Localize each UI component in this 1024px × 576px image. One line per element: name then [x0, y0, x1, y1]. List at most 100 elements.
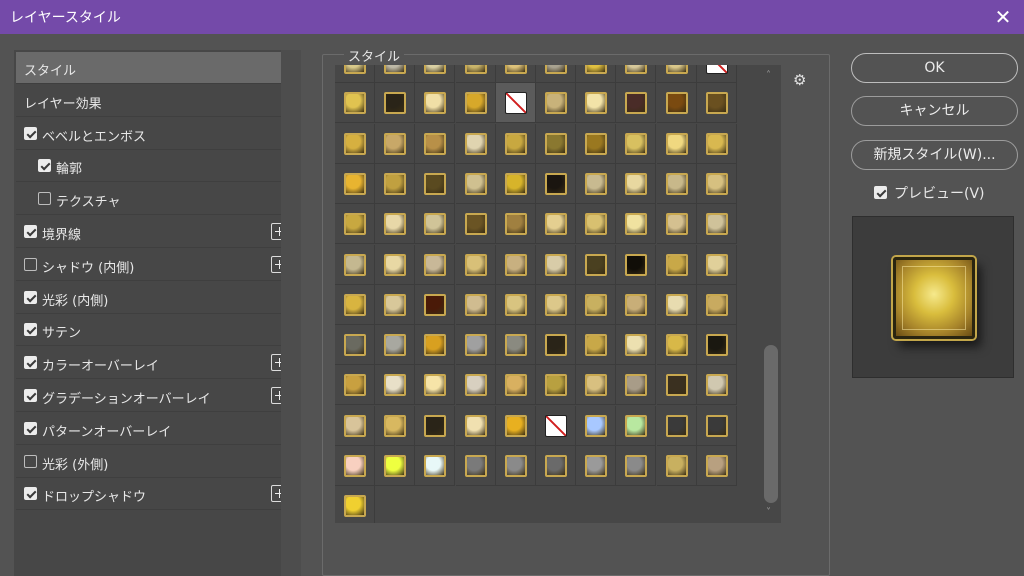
style-swatch[interactable] [495, 65, 536, 83]
style-swatch[interactable] [495, 123, 536, 164]
cancel-button[interactable]: キャンセル [851, 96, 1018, 126]
style-swatch[interactable] [696, 284, 737, 325]
style-swatch[interactable] [375, 65, 416, 83]
effect-checkbox[interactable] [24, 389, 37, 402]
style-swatch[interactable] [335, 65, 375, 83]
style-swatch[interactable] [616, 446, 657, 486]
style-swatch[interactable] [656, 244, 697, 285]
style-swatch[interactable] [616, 365, 657, 406]
style-swatch[interactable] [495, 83, 536, 124]
style-swatch[interactable] [536, 244, 576, 285]
style-swatch[interactable] [415, 365, 456, 406]
style-swatch[interactable] [455, 244, 496, 285]
style-swatch[interactable] [495, 284, 536, 325]
effect-item[interactable]: 光彩 (内側) [16, 282, 292, 314]
style-swatch[interactable] [656, 405, 697, 446]
style-swatch[interactable] [335, 405, 375, 446]
style-swatch[interactable] [375, 244, 416, 285]
effect-item[interactable]: グラデーションオーバーレイ [16, 380, 292, 412]
effect-item[interactable]: 境界線 [16, 216, 292, 248]
effect-item[interactable]: ベベルとエンボス [16, 118, 292, 150]
style-swatch[interactable] [455, 123, 496, 164]
style-swatch[interactable] [616, 123, 657, 164]
style-swatch[interactable] [335, 244, 375, 285]
style-swatch[interactable] [375, 163, 416, 204]
effect-item[interactable]: 光彩 (外側) [16, 446, 292, 478]
style-swatch[interactable] [375, 284, 416, 325]
style-swatch[interactable] [335, 365, 375, 406]
effect-checkbox[interactable] [24, 356, 37, 370]
effect-item[interactable]: ドロップシャドウ [16, 478, 292, 511]
style-swatch[interactable] [536, 284, 576, 325]
style-swatch[interactable] [495, 244, 536, 285]
style-swatch[interactable] [696, 65, 737, 83]
style-swatch[interactable] [375, 365, 416, 406]
style-swatch[interactable] [656, 83, 697, 124]
style-swatch[interactable] [576, 284, 617, 325]
style-swatch[interactable] [536, 325, 576, 366]
style-swatch[interactable] [415, 163, 456, 204]
style-swatch[interactable] [335, 204, 375, 245]
ok-button[interactable]: OK [851, 53, 1018, 83]
style-swatch[interactable] [495, 163, 536, 204]
style-swatch[interactable] [335, 163, 375, 204]
style-swatch[interactable] [536, 446, 576, 486]
effect-checkbox[interactable] [38, 192, 51, 206]
gear-icon[interactable]: ⚙ [793, 71, 806, 89]
style-swatch[interactable] [616, 204, 657, 245]
style-swatch[interactable] [335, 123, 375, 164]
style-swatch[interactable] [375, 405, 416, 446]
effect-checkbox[interactable] [24, 454, 37, 468]
style-swatch[interactable] [335, 446, 375, 486]
style-swatch[interactable] [696, 244, 737, 285]
style-swatch[interactable] [495, 325, 536, 366]
style-swatch[interactable] [656, 204, 697, 245]
style-swatch[interactable] [576, 325, 617, 366]
style-swatch[interactable] [536, 365, 576, 406]
effect-checkbox[interactable] [24, 290, 37, 304]
style-swatch[interactable] [455, 446, 496, 486]
preview-checkbox[interactable] [874, 186, 887, 199]
style-swatch[interactable] [455, 65, 496, 83]
style-swatch[interactable] [415, 83, 456, 124]
style-swatch[interactable] [536, 163, 576, 204]
style-swatch[interactable] [576, 204, 617, 245]
style-swatch[interactable] [495, 365, 536, 406]
style-swatch[interactable] [455, 325, 496, 366]
style-swatch[interactable] [576, 244, 617, 285]
style-swatch[interactable] [576, 83, 617, 124]
style-swatch[interactable] [415, 204, 456, 245]
effect-item[interactable]: カラーオーバーレイ [16, 347, 292, 380]
style-swatch[interactable] [696, 83, 737, 124]
style-swatch[interactable] [536, 204, 576, 245]
scroll-down-icon[interactable]: ˅ [766, 507, 771, 518]
style-swatch[interactable] [576, 163, 617, 204]
style-swatch[interactable] [696, 365, 737, 406]
effect-item[interactable]: テクスチャ [16, 183, 292, 216]
style-swatch[interactable] [576, 123, 617, 164]
style-swatch[interactable] [415, 244, 456, 285]
style-swatch[interactable] [415, 405, 456, 446]
scroll-up-icon[interactable]: ˄ [766, 70, 771, 81]
effect-checkbox[interactable] [24, 323, 37, 337]
style-swatch[interactable] [415, 65, 456, 83]
style-swatch[interactable] [375, 123, 416, 164]
scrollbar-thumb[interactable] [764, 345, 778, 503]
style-swatch[interactable] [696, 204, 737, 245]
effect-checkbox[interactable] [24, 126, 37, 140]
style-swatch[interactable] [375, 325, 416, 366]
style-swatch[interactable] [495, 204, 536, 245]
style-swatch[interactable] [656, 123, 697, 164]
style-swatch[interactable] [495, 446, 536, 486]
style-swatch[interactable] [656, 65, 697, 83]
style-swatch[interactable] [335, 284, 375, 325]
effect-checkbox[interactable] [24, 487, 37, 501]
style-swatch[interactable] [696, 446, 737, 486]
style-swatch[interactable] [415, 123, 456, 164]
style-swatch[interactable] [576, 365, 617, 406]
style-swatch[interactable] [696, 123, 737, 164]
style-swatch[interactable] [455, 83, 496, 124]
style-swatch[interactable] [696, 325, 737, 366]
effect-item[interactable]: スタイル [16, 52, 292, 84]
style-swatch[interactable] [576, 65, 617, 83]
